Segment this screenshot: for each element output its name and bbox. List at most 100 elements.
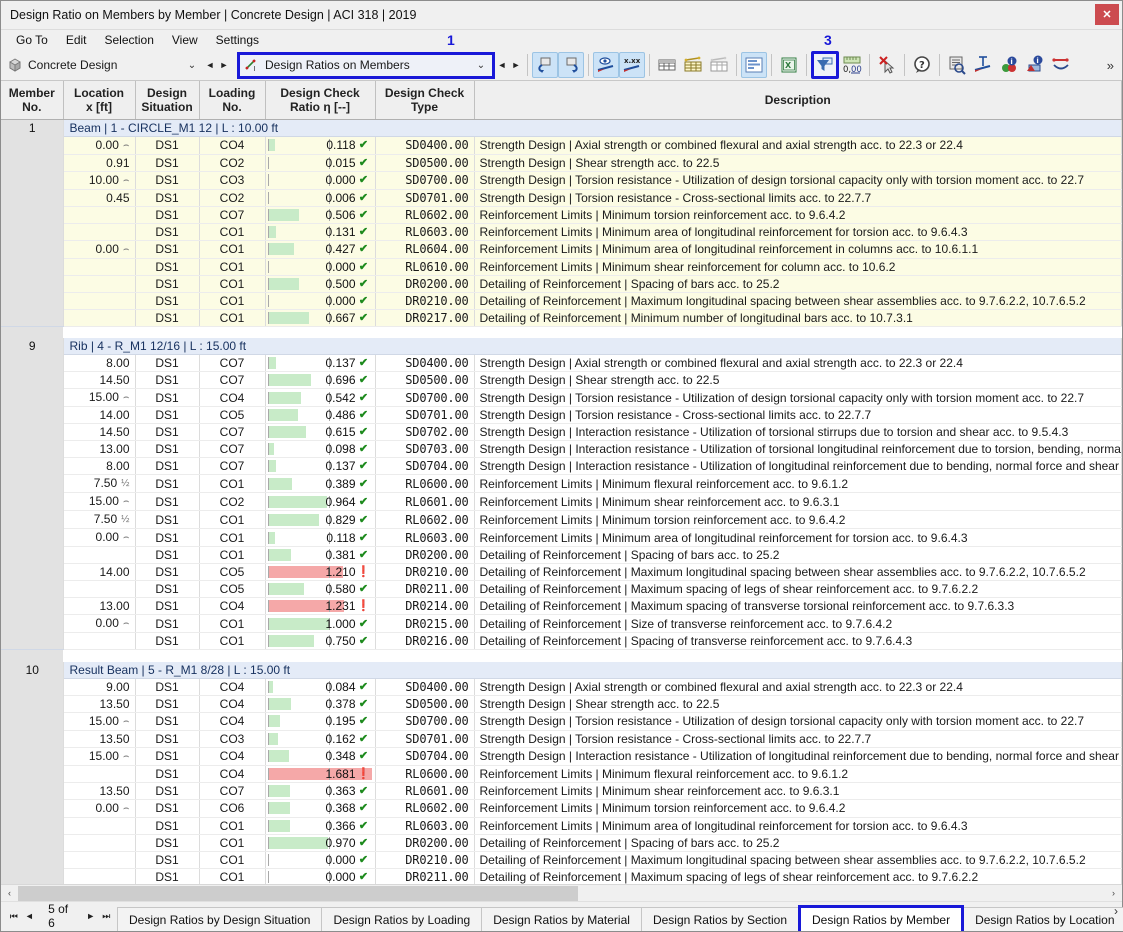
horizontal-scrollbar[interactable]: ‹ › — [1, 884, 1122, 902]
next-page-icon[interactable]: ► — [84, 905, 98, 927]
column-header-member[interactable]: Member No. — [1, 81, 64, 120]
table-row[interactable]: DS1 CO1 0.500 ✔ DR0200.00 Detailing of Reinfo… — [1, 275, 1122, 293]
table-row[interactable]: DS1 CO1 0.366 ✔ RL0603.00 Reinforcement Limit… — [1, 817, 1122, 835]
table-row[interactable]: DS1 CO1 0.000 ✔ DR0211.00 Detailing of Reinfo… — [1, 868, 1122, 884]
chevron-down-icon[interactable]: ⌄ — [184, 60, 200, 71]
tab-design-ratios-by-material[interactable]: Design Ratios by Material — [481, 907, 642, 931]
table-row[interactable]: 15.00 ⌢ DS1 CO4 0.542 ✔ SD0700.00 Strength Desi… — [1, 388, 1122, 407]
info-circles-icon[interactable]: i — [996, 52, 1022, 78]
table-row[interactable]: DS1 CO1 0.000 ✔ DR0210.00 Detailing of Reinfo… — [1, 292, 1122, 310]
table-row[interactable]: 13.50 DS1 CO3 0.162 ✔ SD0701.00 Strength Desig… — [1, 730, 1122, 748]
question-mark-icon[interactable]: ? — [909, 52, 935, 78]
menu-item-selection[interactable]: Selection — [96, 30, 163, 50]
table-row[interactable]: 8.00 DS1 CO7 0.137 ✔ SD0400.00 Strength Design… — [1, 354, 1122, 372]
table-row[interactable]: DS1 CO4 1.681 ❗ RL0600.00 Reinforcement Limit… — [1, 765, 1122, 783]
table-row[interactable]: 0.91 DS1 CO2 0.015 ✔ SD0500.00 Strength Design… — [1, 154, 1122, 172]
menu-item-edit[interactable]: Edit — [57, 30, 96, 50]
excel-export-icon[interactable]: X — [776, 52, 802, 78]
tab-design-ratios-by-design-situation[interactable]: Design Ratios by Design Situation — [117, 907, 323, 931]
table-row[interactable]: 13.50 DS1 CO4 0.378 ✔ SD0500.00 Strength Desig… — [1, 695, 1122, 713]
column-header-design-check-ratio[interactable]: Design Check Ratio η [--] — [265, 81, 376, 120]
table-row[interactable]: 0.00 ⌢ DS1 CO4 0.118 ✔ SD0400.00 Strength Desig… — [1, 136, 1122, 155]
table-row[interactable]: 13.50 DS1 CO7 0.363 ✔ RL0601.00 Reinforcement … — [1, 782, 1122, 800]
column-header-description[interactable]: Description — [474, 81, 1122, 120]
table-row[interactable]: 7.50 ½ DS1 CO1 0.389 ✔ RL0600.00 Reinforcement … — [1, 474, 1122, 493]
decimals-0-00-icon[interactable]: 0, 00 — [839, 52, 865, 78]
beam-diagram-icon[interactable] — [970, 52, 996, 78]
module-next-button[interactable]: ► — [217, 54, 231, 76]
xxx-values-icon[interactable]: x.xx — [619, 52, 645, 78]
info-member-icon[interactable]: i — [1022, 52, 1048, 78]
table-columns-icon[interactable] — [706, 52, 732, 78]
table-row[interactable]: DS1 CO1 0.000 ✔ RL0610.00 Reinforcement Limit… — [1, 258, 1122, 276]
table-row[interactable]: 0.00 ⌢ DS1 CO6 0.368 ✔ RL0602.00 Reinforcement … — [1, 799, 1122, 818]
table-row[interactable]: DS1 CO1 0.131 ✔ RL0603.00 Reinforcement Limit… — [1, 223, 1122, 241]
menu-item-view[interactable]: View — [163, 30, 207, 50]
table-combo[interactable]: I Design Ratios on Members ⌄ — [237, 51, 495, 79]
table-grid-icon[interactable] — [654, 52, 680, 78]
cursor-delete-icon[interactable] — [874, 52, 900, 78]
module-combo[interactable]: Concrete Design ⌄ — [3, 53, 203, 77]
arrow-rotate-left-icon[interactable] — [532, 52, 558, 78]
group-header-row[interactable]: 1 Beam | 1 - CIRCLE_M1 12 | L : 10.00 ft — [1, 119, 1122, 327]
column-header-loading[interactable]: Loading No. — [199, 81, 266, 120]
scrollbar-thumb[interactable] — [18, 885, 578, 901]
column-header-design-check-type[interactable]: Design Check Type — [375, 81, 475, 120]
menu-item-goto[interactable]: Go To — [7, 30, 57, 50]
first-page-icon[interactable]: ⏮ — [7, 905, 21, 927]
column-header-design-situation[interactable]: Design Situation — [135, 81, 200, 120]
table-row[interactable]: 7.50 ½ DS1 CO1 0.829 ✔ RL0602.00 Reinforcement … — [1, 510, 1122, 529]
table-row[interactable]: DS1 CO1 0.381 ✔ DR0200.00 Detailing of Reinfo… — [1, 546, 1122, 564]
table-row[interactable]: 15.00 ⌢ DS1 CO2 0.964 ✔ RL0601.00 Reinforcement… — [1, 492, 1122, 511]
table-row[interactable]: DS1 CO1 0.000 ✔ DR0210.00 Detailing of Reinfo… — [1, 851, 1122, 869]
arrow-rotate-right-icon[interactable] — [558, 52, 584, 78]
scroll-right-icon[interactable]: › — [1105, 884, 1122, 902]
group-header-row[interactable]: 10 Result Beam | 5 - R_M1 8/28 | L : 15.0… — [1, 661, 1122, 884]
eye-beam-icon[interactable] — [593, 52, 619, 78]
search-document-icon[interactable] — [944, 52, 970, 78]
report-bars-icon[interactable] — [741, 52, 767, 78]
funnel-filter-icon[interactable] — [811, 51, 839, 79]
tab-scroll-right-icon[interactable]: › — [1114, 904, 1118, 918]
tab-design-ratios-by-location[interactable]: Design Ratios by Location — [963, 907, 1123, 931]
description-cell: Strength Design | Interaction resistance… — [474, 457, 1122, 475]
table-row[interactable]: 0.45 DS1 CO2 0.006 ✔ SD0701.00 Strength Design… — [1, 189, 1122, 207]
table-next-button[interactable]: ► — [509, 54, 523, 76]
chevron-down-icon[interactable]: ⌄ — [473, 60, 489, 71]
last-page-icon[interactable]: ⏭ — [99, 905, 113, 927]
table-row[interactable]: DS1 CO1 0.750 ✔ DR0216.00 Detailing of Reinfo… — [1, 632, 1122, 650]
table-row[interactable]: 10.00 ⌢ DS1 CO3 0.000 ✔ SD0700.00 Strength Desi… — [1, 171, 1122, 190]
table-row[interactable]: 15.00 ⌢ DS1 CO4 0.195 ✔ SD0700.00 Strength Desi… — [1, 712, 1122, 731]
module-prev-button[interactable]: ◄ — [203, 54, 217, 76]
table-row[interactable]: 8.00 DS1 CO7 0.137 ✔ SD0704.00 Strength Design… — [1, 457, 1122, 475]
deformation-curve-icon[interactable] — [1048, 52, 1074, 78]
close-icon[interactable]: ✕ — [1095, 4, 1119, 25]
tab-design-ratios-by-section[interactable]: Design Ratios by Section — [640, 907, 800, 931]
tab-design-ratios-by-loading[interactable]: Design Ratios by Loading — [321, 907, 483, 931]
table-row[interactable]: 14.50 DS1 CO7 0.696 ✔ SD0500.00 Strength Desig… — [1, 371, 1122, 389]
table-row[interactable]: DS1 CO5 0.580 ✔ DR0211.00 Detailing of Reinfo… — [1, 580, 1122, 598]
table-row[interactable]: DS1 CO7 0.506 ✔ RL0602.00 Reinforcement Limit… — [1, 206, 1122, 224]
table-rows-icon[interactable] — [680, 52, 706, 78]
column-header-location[interactable]: Location x [ft] — [63, 81, 136, 120]
table-row[interactable]: 13.00 DS1 CO4 1.231 ❗ DR0214.00 Detailing of R… — [1, 597, 1122, 615]
table-row[interactable]: DS1 CO1 0.970 ✔ DR0200.00 Detailing of Reinfo… — [1, 834, 1122, 852]
prev-page-icon[interactable]: ◄ — [23, 905, 37, 927]
table-row[interactable]: 14.00 DS1 CO5 1.210 ❗ DR0210.00 Detailing of R… — [1, 563, 1122, 581]
table-row[interactable]: 14.50 DS1 CO7 0.615 ✔ SD0702.00 Strength Desig… — [1, 423, 1122, 441]
table-row[interactable]: 9.00 DS1 CO4 0.084 ✔ SD0400.00 Strength Design… — [1, 678, 1122, 696]
table-row[interactable]: 14.00 DS1 CO5 0.486 ✔ SD0701.00 Strength Desig… — [1, 406, 1122, 424]
scrollbar-track[interactable] — [18, 884, 1105, 902]
menu-item-settings[interactable]: Settings — [207, 30, 268, 50]
table-row[interactable]: 0.00 ⌢ DS1 CO1 0.427 ✔ RL0604.00 Reinforcement … — [1, 240, 1122, 259]
scroll-left-icon[interactable]: ‹ — [1, 884, 18, 902]
table-row[interactable]: 0.00 ⌢ DS1 CO1 0.118 ✔ RL0603.00 Reinforcement … — [1, 528, 1122, 547]
group-header-row[interactable]: 9 Rib | 4 - R_M1 12/16 | L : 15.00 ft — [1, 338, 1122, 650]
table-row[interactable]: 13.00 DS1 CO7 0.098 ✔ SD0703.00 Strength Desig… — [1, 440, 1122, 458]
table-row[interactable]: DS1 CO1 0.667 ✔ DR0217.00 Detailing of Reinfo… — [1, 309, 1122, 327]
table-row[interactable]: 0.00 ⌢ DS1 CO1 1.000 ✔ DR0215.00 Detailing of R… — [1, 614, 1122, 633]
table-prev-button[interactable]: ◄ — [495, 54, 509, 76]
toolbar-overflow-button[interactable]: » — [1101, 58, 1120, 73]
tab-design-ratios-by-member[interactable]: Design Ratios by Member — [798, 905, 965, 931]
table-row[interactable]: 15.00 ⌢ DS1 CO4 0.348 ✔ SD0704.00 Strength Desi… — [1, 747, 1122, 766]
